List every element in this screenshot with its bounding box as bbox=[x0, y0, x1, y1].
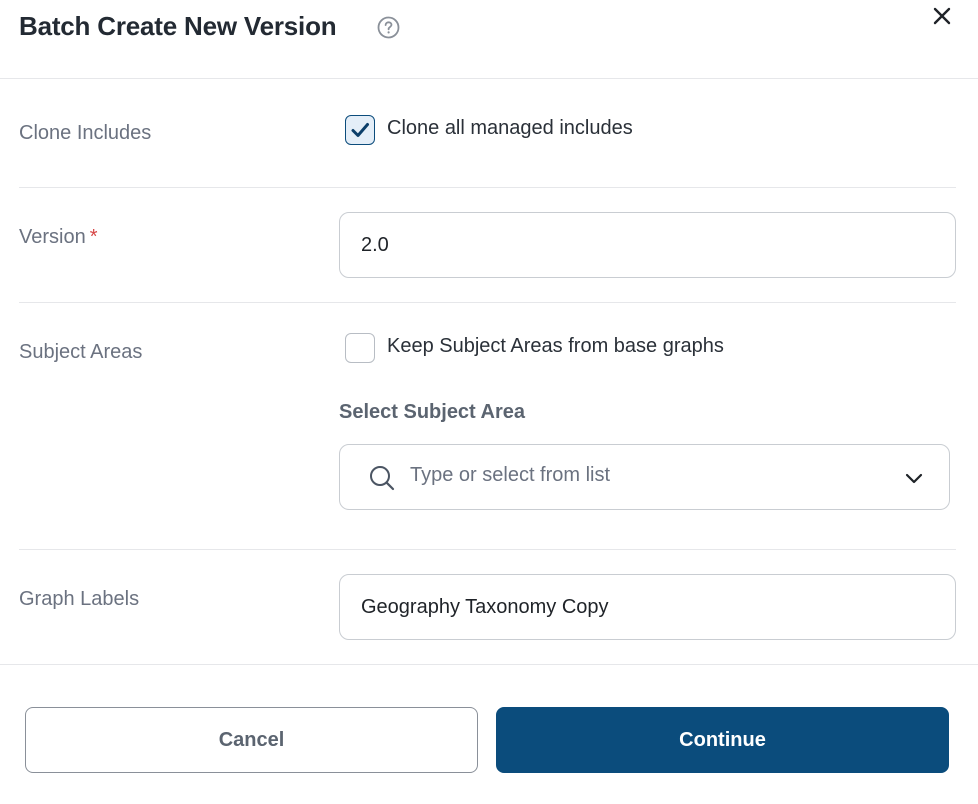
row-divider bbox=[19, 302, 956, 303]
graph-labels-input[interactable] bbox=[339, 574, 956, 640]
keep-subject-areas-checkbox-label[interactable]: Keep Subject Areas from base graphs bbox=[387, 335, 724, 358]
checkmark-icon bbox=[351, 123, 369, 137]
subject-areas-label: Subject Areas bbox=[19, 341, 143, 363]
select-subject-area-label: Select Subject Area bbox=[339, 401, 526, 423]
search-icon bbox=[370, 466, 395, 491]
dialog-header: Batch Create New Version bbox=[0, 0, 978, 79]
subject-area-select[interactable]: Type or select from list bbox=[339, 444, 950, 510]
footer-divider bbox=[0, 664, 978, 665]
version-input[interactable] bbox=[339, 212, 956, 278]
cancel-button[interactable]: Cancel bbox=[25, 707, 478, 773]
row-divider bbox=[19, 187, 956, 188]
close-icon[interactable] bbox=[931, 5, 953, 27]
clone-includes-checkbox-label[interactable]: Clone all managed includes bbox=[387, 117, 633, 140]
keep-subject-areas-checkbox[interactable] bbox=[345, 333, 375, 363]
clone-includes-label: Clone Includes bbox=[19, 122, 152, 144]
clone-includes-checkbox[interactable] bbox=[345, 115, 375, 145]
row-divider bbox=[19, 549, 956, 550]
version-label-text: Version bbox=[19, 226, 86, 248]
continue-button[interactable]: Continue bbox=[496, 707, 949, 773]
chevron-down-icon[interactable] bbox=[903, 467, 925, 489]
required-marker: * bbox=[89, 226, 98, 248]
dialog-title: Batch Create New Version bbox=[19, 11, 337, 41]
subject-area-placeholder: Type or select from list bbox=[410, 464, 611, 486]
question-circle-icon[interactable] bbox=[377, 16, 400, 39]
graph-labels-label: Graph Labels bbox=[19, 588, 140, 610]
version-label: Version * bbox=[19, 226, 98, 249]
